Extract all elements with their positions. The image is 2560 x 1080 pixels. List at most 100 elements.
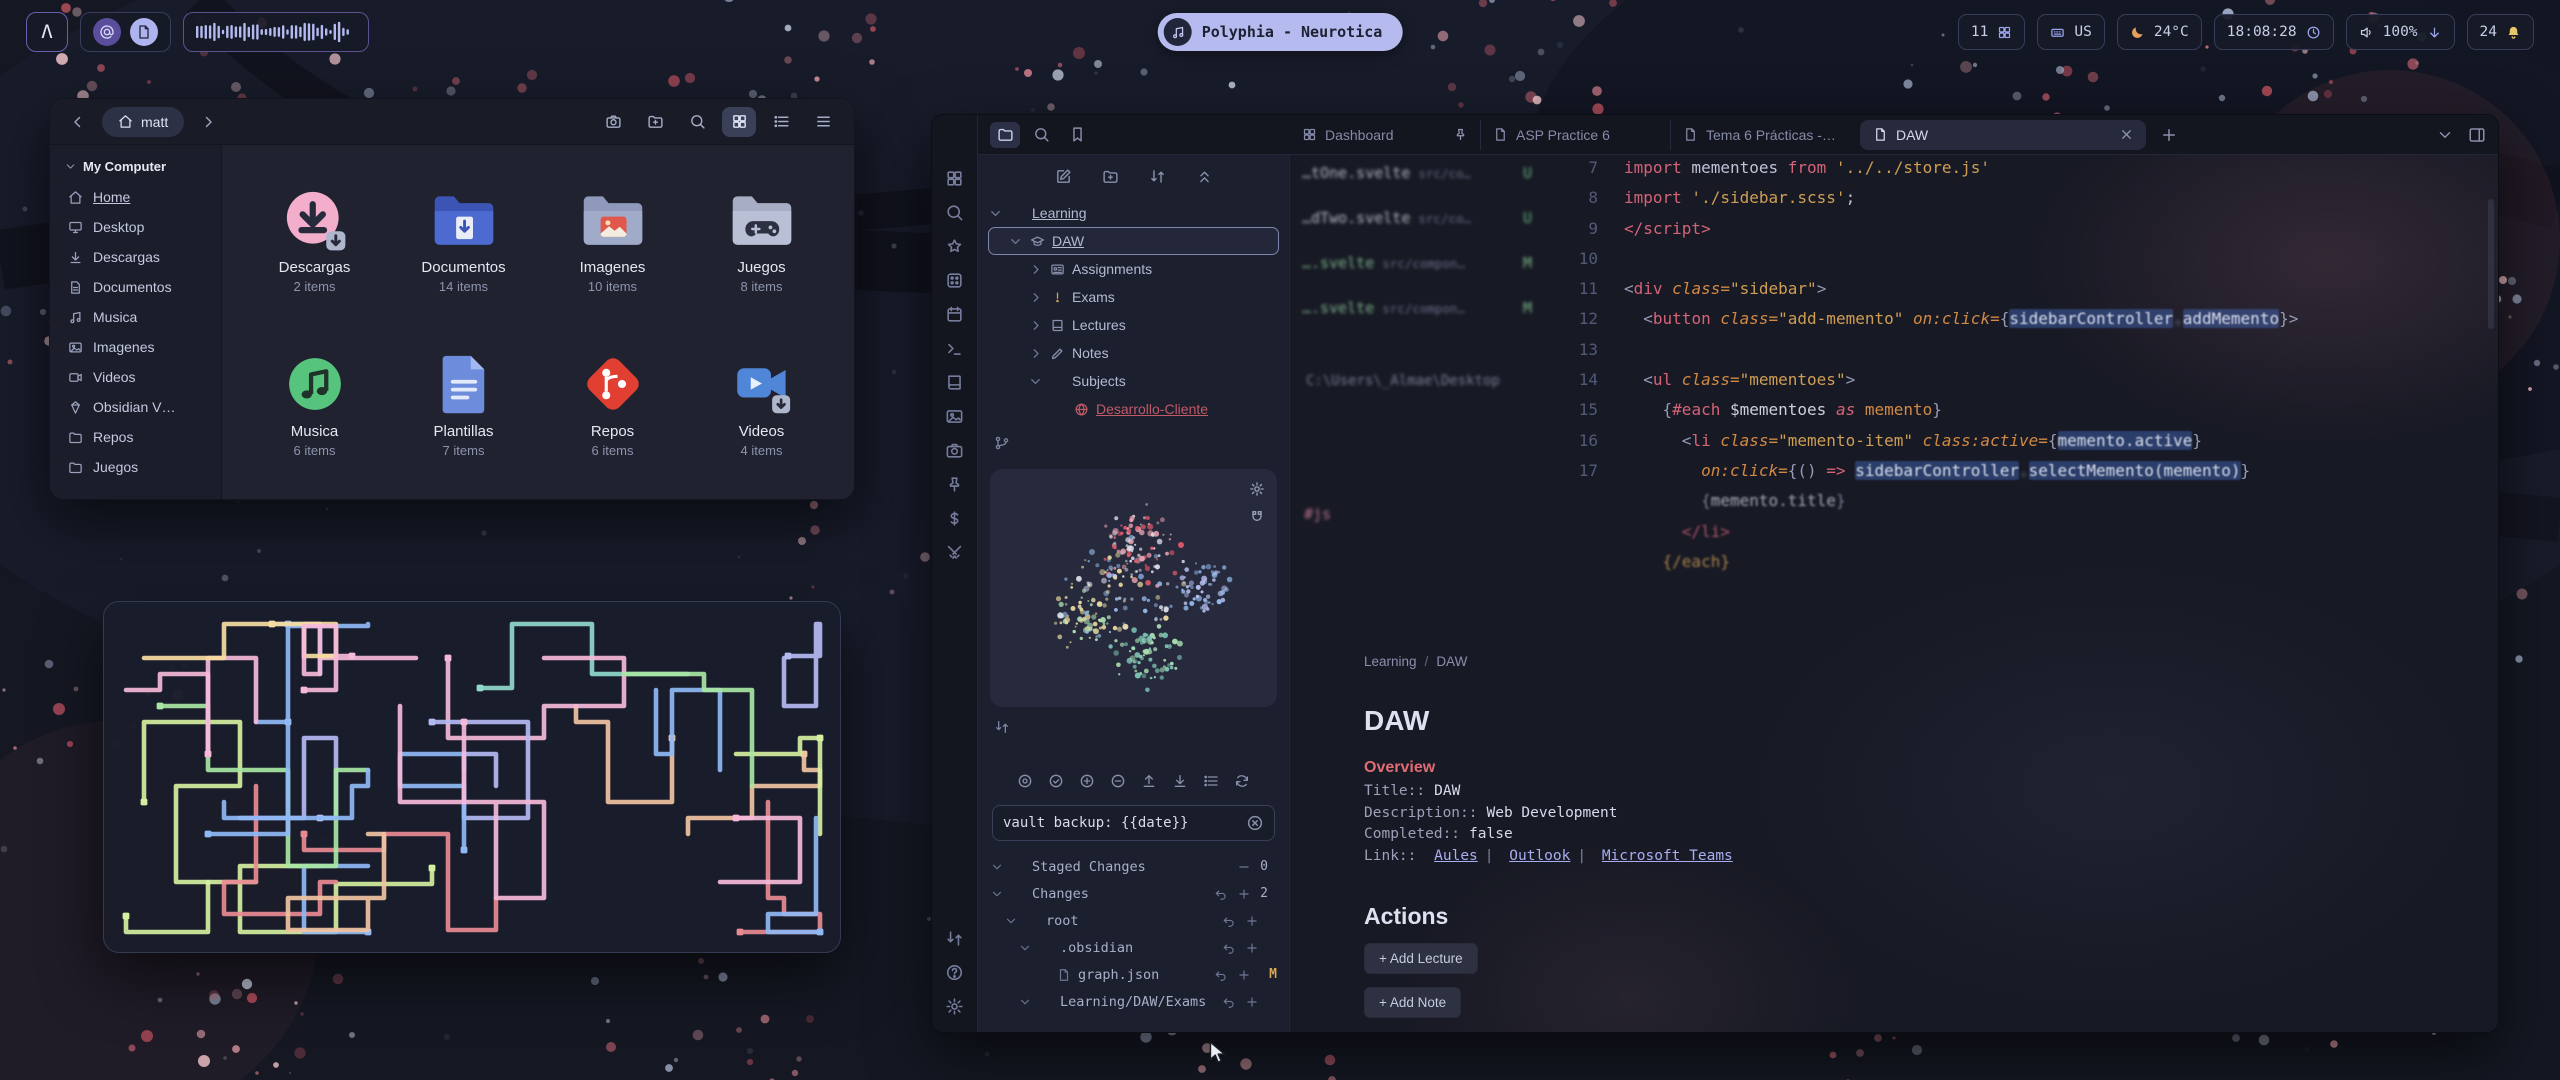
explorer-toolbar-icon[interactable] — [1196, 168, 1213, 185]
discard-icon[interactable] — [1222, 941, 1236, 955]
ribbon-icon[interactable] — [945, 305, 964, 324]
stage-icon[interactable] — [1245, 941, 1259, 955]
folder-tile[interactable]: Videos 4 items — [689, 321, 834, 485]
sidebar-item[interactable]: Juegos — [60, 452, 213, 482]
git-row[interactable]: Learning/DAW/Exams — [990, 988, 1277, 1015]
ribbon-icon[interactable] — [945, 237, 964, 256]
folder-tile[interactable]: Documentos 14 items — [391, 157, 536, 321]
git-toolbar-icon[interactable] — [1017, 773, 1033, 789]
git-toolbar-icon[interactable] — [1048, 773, 1064, 789]
tree-item[interactable]: Lectures — [988, 311, 1279, 339]
ribbon-icon[interactable] — [945, 543, 964, 562]
sidebar-view-icon[interactable] — [1026, 122, 1056, 148]
scrollbar[interactable] — [2488, 199, 2494, 329]
ribbon-icon[interactable] — [945, 169, 964, 188]
breadcrumb-segment[interactable]: DAW — [1436, 654, 1467, 669]
split-layout-icon[interactable] — [2468, 126, 2486, 144]
add-lecture-button[interactable]: + Add Lecture — [1364, 943, 1478, 974]
ribbon-icon[interactable] — [945, 407, 964, 426]
sidebar-item[interactable]: Imagenes — [60, 332, 213, 362]
editor-pane[interactable]: …tOne.svelte src/co… U …dTwo.svelte src/… — [1290, 155, 2498, 1032]
git-toolbar-icon[interactable] — [1141, 773, 1157, 789]
ribbon-icon[interactable] — [945, 271, 964, 290]
sidebar-item[interactable]: Repos — [60, 422, 213, 452]
weather-module[interactable]: 24°C — [2117, 14, 2202, 50]
git-toolbar-icon[interactable] — [1079, 773, 1095, 789]
tree-item[interactable]: Exams — [988, 283, 1279, 311]
note-link[interactable]: Microsoft Teams — [1602, 848, 1733, 864]
titlebar-action-button[interactable] — [596, 107, 630, 137]
notes-button[interactable] — [130, 18, 158, 46]
tab[interactable]: Tema 6 Prácticas -… — [1670, 120, 1860, 150]
graph-view[interactable] — [990, 469, 1277, 707]
explorer-toolbar-icon[interactable] — [1055, 168, 1072, 185]
discard-icon[interactable] — [1222, 914, 1236, 928]
sidebar-item[interactable]: Documentos — [60, 272, 213, 302]
folder-tile[interactable]: Descargas 2 items — [242, 157, 387, 321]
git-toolbar-icon[interactable] — [1110, 773, 1126, 789]
tree-item[interactable]: Desarrollo-Cliente — [988, 395, 1279, 423]
add-note-button[interactable]: + Add Note — [1364, 987, 1461, 1018]
discard-icon[interactable] — [1214, 887, 1228, 901]
close-tab-icon[interactable] — [2119, 127, 2134, 142]
sidebar-section-header[interactable]: My Computer — [60, 157, 213, 182]
tab[interactable]: Dashboard — [1290, 120, 1480, 150]
sidebar-item[interactable]: Descargas — [60, 242, 213, 272]
breadcrumb[interactable]: matt — [102, 107, 184, 137]
notifications-module[interactable]: 24 — [2467, 14, 2534, 50]
graph-control-icon[interactable] — [1249, 509, 1265, 525]
git-toolbar-icon[interactable] — [1172, 773, 1188, 789]
titlebar-action-button[interactable] — [764, 107, 798, 137]
ribbon-icon[interactable] — [945, 929, 964, 948]
graph-control-icon[interactable] — [1249, 481, 1265, 497]
tab[interactable]: ASP Practice 6 — [1480, 120, 1670, 150]
forward-button[interactable] — [194, 108, 222, 136]
ribbon-icon[interactable] — [945, 509, 964, 528]
app-button[interactable] — [93, 18, 121, 46]
git-toolbar-icon[interactable] — [1234, 773, 1250, 789]
keyboard-layout-module[interactable]: US — [2037, 14, 2104, 50]
back-button[interactable] — [64, 108, 92, 136]
note-link[interactable]: Aules — [1434, 848, 1478, 864]
git-row[interactable]: .obsidian — [990, 934, 1277, 961]
clock-module[interactable]: 18:08:28 — [2214, 14, 2334, 50]
explorer-toolbar-icon[interactable] — [1102, 168, 1119, 185]
ribbon-icon[interactable] — [945, 441, 964, 460]
workspace-module[interactable]: 11 — [1958, 14, 2025, 50]
titlebar-action-button[interactable] — [722, 107, 756, 137]
sidebar-item[interactable]: Musica — [60, 302, 213, 332]
volume-module[interactable]: 100% — [2346, 14, 2455, 50]
new-tab-button[interactable] — [2160, 126, 2178, 144]
tab[interactable]: DAW — [1860, 120, 2146, 150]
sidebar-item[interactable]: Obsidian V… — [60, 392, 213, 422]
sync-icon[interactable] — [994, 719, 1010, 735]
ribbon-icon[interactable] — [945, 203, 964, 222]
tree-item[interactable]: Learning — [988, 199, 1279, 227]
sidebar-view-icon[interactable] — [990, 122, 1020, 148]
ribbon-icon[interactable] — [945, 475, 964, 494]
clear-icon[interactable] — [1246, 814, 1264, 832]
sidebar-item[interactable]: Home — [60, 182, 213, 212]
tree-item[interactable]: Assignments — [988, 255, 1279, 283]
launcher-button[interactable]: Λ — [26, 12, 68, 52]
stage-icon[interactable] — [1237, 968, 1251, 982]
git-row[interactable]: Staged Changes 0 — [990, 853, 1277, 880]
stage-icon[interactable] — [1245, 914, 1259, 928]
ribbon-icon[interactable] — [945, 997, 964, 1016]
folder-tile[interactable]: Plantillas 7 items — [391, 321, 536, 485]
git-toolbar-icon[interactable] — [1203, 773, 1219, 789]
note-link[interactable]: Outlook — [1509, 848, 1570, 864]
folder-tile[interactable]: Musica 6 items — [242, 321, 387, 485]
tab-list-icon[interactable] — [2436, 126, 2454, 144]
folder-tile[interactable]: Imagenes 10 items — [540, 157, 685, 321]
discard-icon[interactable] — [1214, 968, 1228, 982]
discard-icon[interactable] — [1222, 995, 1236, 1009]
git-row[interactable]: graph.json M — [990, 961, 1277, 988]
titlebar-action-button[interactable] — [680, 107, 714, 137]
folder-tile[interactable]: Juegos 8 items — [689, 157, 834, 321]
git-row[interactable]: root — [990, 907, 1277, 934]
tree-item[interactable]: Notes — [988, 339, 1279, 367]
sidebar-view-icon[interactable] — [1062, 122, 1092, 148]
stage-icon[interactable] — [1237, 887, 1251, 901]
git-row[interactable]: Changes 2 — [990, 880, 1277, 907]
